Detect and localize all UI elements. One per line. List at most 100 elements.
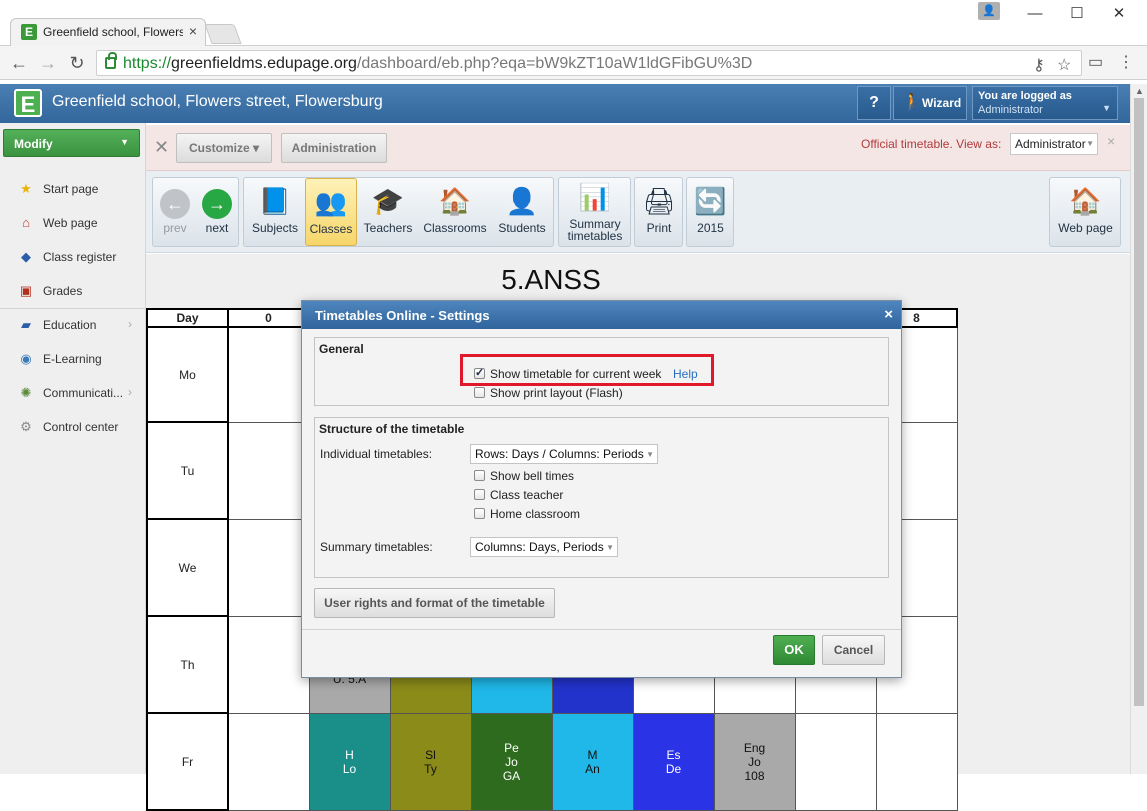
ok-button[interactable]: OK [773,635,815,665]
address-bar[interactable]: https://greenfieldms.edupage.org/dashboa… [96,50,1082,76]
subjects-button[interactable]: 📘 Subjects [246,178,304,246]
student-icon: 👤 [505,186,539,216]
scrollbar-thumb[interactable] [1134,98,1144,706]
close-icon[interactable]: × [1107,133,1115,149]
table-row: Fr H Lo Sl Ty Pe Jo GA M An Es De Eng Jo 108 [146,712,958,811]
sidebar-item-control-center[interactable]: ⚙ Control center [0,410,145,444]
class-group-icon: 👥 [314,187,348,217]
book-icon: 📘 [258,186,292,216]
lesson-line: M [587,747,598,762]
individual-timetables-select[interactable]: Rows: Days / Columns: Periods ▼ [470,444,658,464]
classrooms-button[interactable]: 🏠 Classrooms [420,178,490,246]
browser-tab[interactable]: E Greenfield school, Flowers × [10,18,206,46]
grades-icon: ▣ [19,283,33,298]
chevron-down-icon: ▼ [606,543,614,552]
lesson-line: Eng [743,740,766,755]
modify-button[interactable]: Modify ▼ [3,129,140,157]
maximize-button[interactable]: ☐ [1062,4,1092,24]
elearning-icon: ◉ [20,351,32,366]
checkbox-icon [474,470,485,481]
lesson-cell[interactable]: Eng Jo 108 [713,712,796,811]
back-arrow-icon[interactable]: ← [8,52,30,74]
view-as-select[interactable]: Administrator ▼ [1010,133,1098,155]
school-title: Greenfield school, Flowers street, Flowe… [52,93,383,110]
edupage-logo-icon[interactable]: E [14,89,42,117]
key-icon[interactable]: ⚷ [1033,55,1045,75]
summary-timetables-select[interactable]: Columns: Days, Periods ▼ [470,537,618,557]
lesson-block: Es De [634,748,714,776]
webpage-group: 🏠 Web page [1049,177,1121,247]
cancel-button[interactable]: Cancel [822,635,885,665]
sidebar-item-label: Class register [43,250,117,264]
edupage-favicon-icon: E [21,24,37,40]
dialog-title: Timetables Online - Settings [315,308,490,323]
app-header: E Greenfield school, Flowers street, Flo… [0,84,1130,123]
scroll-up-icon[interactable]: ▲ [1135,86,1144,96]
sidebar-item-web-page[interactable]: ⌂ Web page [0,206,145,240]
forward-arrow-icon[interactable]: → [37,52,59,74]
web-page-button[interactable]: 🏠 Web page [1051,178,1120,246]
tools-icon: ✕ [154,137,170,157]
tab-close-icon[interactable]: × [189,23,197,39]
sidebar-item-class-register[interactable]: ◆ Class register [0,240,145,274]
year-button[interactable]: 🔄 2015 [688,178,733,246]
login-dropdown[interactable]: You are logged as Administrator ▼ [972,86,1118,120]
sidebar-item-communication[interactable]: ✺ Communicati... › [0,376,145,410]
prev-button[interactable]: ← prev [155,178,195,246]
lesson-cell[interactable]: Es De [632,712,715,811]
checkbox-icon [474,508,485,519]
sidebar-item-grades[interactable]: ▣ Grades [0,274,145,308]
dialog-header: Timetables Online - Settings × [302,301,901,329]
lock-icon [105,52,117,69]
cast-icon[interactable]: ▭ [1088,52,1103,72]
user-profile-icon[interactable]: 👤 [978,2,1000,20]
lesson-line: Pe [504,740,519,755]
new-tab-button[interactable] [204,24,242,44]
lesson-cell[interactable]: Pe Jo GA [470,712,553,811]
house-icon: 🏠 [1069,186,1102,216]
lesson-line: Ty [424,761,437,776]
chevron-down-icon: ▼ [1102,103,1111,113]
year-group: 🔄 2015 [686,177,734,247]
lesson-cell[interactable]: Sl Ty [389,712,472,811]
menu-icon[interactable]: ⋮ [1118,52,1134,72]
students-button[interactable]: 👤 Students [492,178,552,246]
timetable-title: 5.ANSS [501,264,601,295]
wizard-button[interactable]: 🚶 Wizard [893,86,967,120]
bookmark-star-icon[interactable]: ☆ [1057,55,1071,75]
checkbox-icon [474,387,485,398]
star-icon: ★ [20,181,32,196]
window-close-button[interactable]: ✕ [1104,4,1134,24]
chevron-right-icon: › [128,385,132,399]
user-rights-button[interactable]: User rights and format of the timetable [314,588,555,618]
chevron-down-icon: ▼ [646,450,654,459]
sidebar-item-e-learning[interactable]: ◉ E-Learning [0,342,145,376]
close-icon[interactable]: × [884,306,893,323]
minimize-button[interactable]: — [1020,4,1050,24]
sidebar-item-start-page[interactable]: ★ Start page [0,172,145,206]
communication-icon: ✺ [20,385,32,400]
walking-person-icon: 🚶 [902,94,922,111]
chevron-down-icon: ▼ [1086,139,1094,148]
lesson-line: Es [666,747,681,762]
graduate-icon: 🎓 [371,186,405,216]
vertical-scrollbar[interactable]: ▲ [1130,84,1147,774]
administration-button[interactable]: Administration [281,133,387,163]
sidebar-item-label: Grades [43,284,83,298]
settings-dialog: Timetables Online - Settings × General S… [301,300,902,678]
print-button[interactable]: 🖨 Print [636,178,682,246]
teachers-button[interactable]: 🎓 Teachers [358,178,418,246]
classes-button[interactable]: 👥 Classes [305,178,357,246]
customize-button[interactable]: Customize ▾ [176,133,272,163]
reload-icon[interactable]: ↻ [66,52,88,74]
lesson-cell[interactable]: M An [551,712,634,811]
day-label: We [146,518,229,617]
lesson-line: 108 [744,768,765,783]
lesson-line: Sl [425,747,436,762]
summary-timetables-button[interactable]: 📊 Summary timetables [560,178,630,246]
lesson-cell[interactable]: H Lo [308,712,391,811]
login-user: Administrator [978,104,1043,116]
help-button[interactable]: ? [857,86,891,120]
next-button[interactable]: → next [197,178,237,246]
sidebar-item-education[interactable]: ▰ Education › [0,308,145,342]
